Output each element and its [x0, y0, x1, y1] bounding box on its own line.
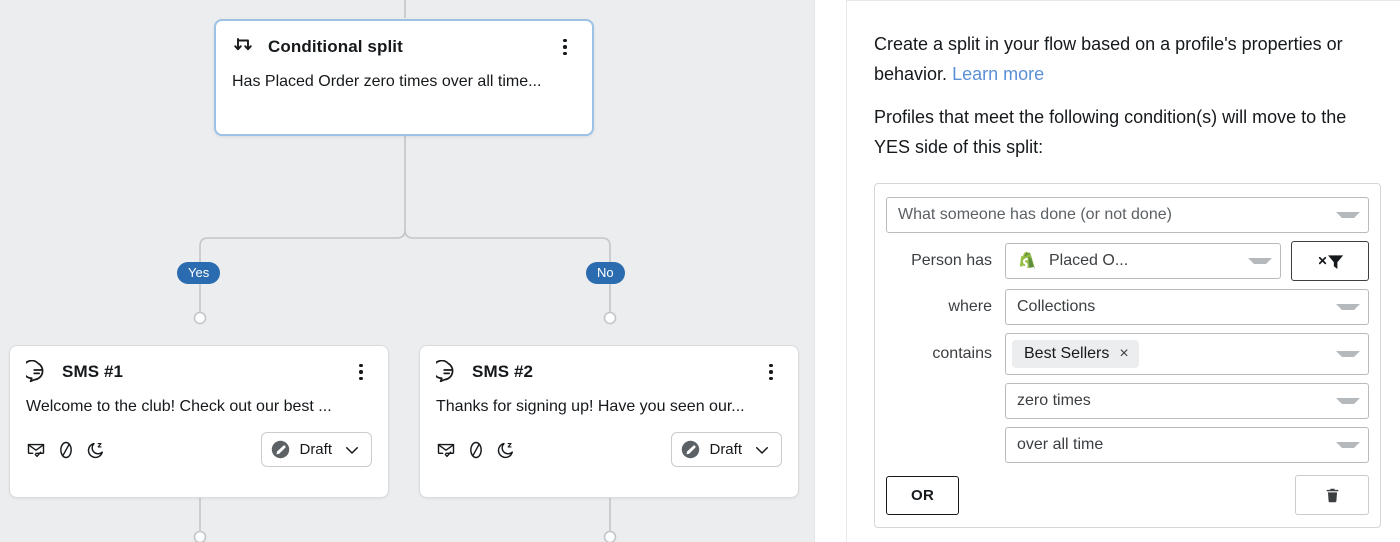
card-header: SMS #1: [10, 346, 388, 384]
condition-row-contains: contains Best Sellers ×: [886, 333, 1369, 375]
smart-sending-icon[interactable]: [436, 440, 456, 460]
quiet-hours-icon[interactable]: [496, 440, 516, 460]
selected-value-chip: Best Sellers ×: [1012, 340, 1139, 368]
branch-label-no[interactable]: No: [586, 262, 625, 284]
condition-group: What someone has done (or not done) Pers…: [874, 183, 1381, 528]
flow-canvas[interactable]: Conditional split Has Placed Order zero …: [0, 0, 814, 542]
contains-multiselect[interactable]: Best Sellers ×: [1005, 333, 1369, 375]
metric-select[interactable]: Placed O...: [1005, 243, 1281, 279]
draft-pencil-icon: [271, 440, 290, 459]
flow-card-sms-1[interactable]: SMS #1 Welcome to the club! Check out ou…: [9, 345, 389, 498]
chevron-down-icon: [343, 441, 361, 459]
card-title: SMS #1: [62, 362, 124, 381]
chevron-down-icon: [1336, 351, 1360, 357]
where-select[interactable]: Collections: [1005, 289, 1369, 325]
condition-actions: OR: [886, 475, 1369, 515]
flow-builder-screen: Conditional split Has Placed Order zero …: [0, 0, 1400, 542]
card-title: SMS #2: [472, 362, 534, 381]
trigger-type-select[interactable]: What someone has done (or not done): [886, 197, 1369, 233]
condition-row-timeframe: over all time: [886, 427, 1369, 463]
draft-pencil-icon: [681, 440, 700, 459]
sms-bubble-icon: [432, 359, 460, 384]
trigger-type-value: What someone has done (or not done): [898, 206, 1172, 223]
timeframe-value: over all time: [1017, 436, 1104, 453]
shopify-icon: [1017, 251, 1038, 272]
learn-more-link[interactable]: Learn more: [952, 64, 1044, 84]
status-label: Draft: [299, 441, 332, 458]
card-message-preview: Welcome to the club! Check out our best …: [26, 398, 332, 415]
condition-row-frequency: zero times: [886, 383, 1369, 419]
chevron-down-icon: [1336, 304, 1360, 310]
chevron-down-icon: [1248, 258, 1272, 264]
branch-label-yes[interactable]: Yes: [177, 262, 221, 284]
kebab-menu-icon[interactable]: [350, 361, 372, 383]
status-dropdown-sms-2[interactable]: Draft: [671, 432, 782, 467]
split-arrows-icon: [232, 35, 256, 59]
trash-icon: [1326, 488, 1338, 502]
card-footer: Draft: [10, 418, 388, 481]
condition-row-label: Person has: [911, 252, 992, 269]
card-footer-icons: [26, 440, 106, 460]
branch-label-yes-text: Yes: [188, 265, 210, 280]
status-dropdown-sms-1[interactable]: Draft: [261, 432, 372, 467]
condition-row-person-has: Person has Placed O...: [886, 241, 1369, 281]
or-button[interactable]: OR: [886, 475, 960, 515]
chevron-down-icon: [753, 441, 771, 459]
quiet-hours-icon[interactable]: [86, 440, 106, 460]
card-message-preview: Thanks for signing up! Have you seen our…: [436, 398, 745, 415]
clear-filter-icon[interactable]: [1291, 241, 1369, 281]
kebab-menu-icon[interactable]: [760, 361, 782, 383]
condition-row-label: contains: [932, 345, 992, 362]
timeframe-select[interactable]: over all time: [1005, 427, 1369, 463]
chip-label: Best Sellers: [1024, 345, 1110, 362]
kebab-menu-icon[interactable]: [554, 36, 576, 58]
utm-tracking-icon[interactable]: [466, 440, 486, 460]
utm-tracking-icon[interactable]: [56, 440, 76, 460]
smart-sending-icon[interactable]: [26, 440, 46, 460]
chevron-down-icon: [1336, 442, 1360, 448]
card-summary: Has Placed Order zero times over all tim…: [232, 73, 542, 90]
frequency-select[interactable]: zero times: [1005, 383, 1369, 419]
condition-row-label: where: [948, 298, 992, 315]
flow-card-conditional-split[interactable]: Conditional split Has Placed Order zero …: [214, 19, 594, 136]
condition-row-where: where Collections: [886, 289, 1369, 325]
card-footer: Draft: [420, 418, 798, 481]
frequency-value: zero times: [1017, 392, 1091, 409]
where-value: Collections: [1017, 298, 1096, 315]
branch-label-no-text: No: [597, 265, 614, 280]
flow-card-sms-2[interactable]: SMS #2 Thanks for signing up! Have you s…: [419, 345, 799, 498]
chevron-down-icon: [1336, 398, 1360, 404]
metric-value: Placed O...: [1049, 252, 1129, 269]
card-header: Conditional split: [216, 21, 592, 59]
card-header: SMS #2: [420, 346, 798, 384]
status-label: Draft: [709, 441, 742, 458]
card-title: Conditional split: [268, 37, 403, 56]
split-settings-panel: Create a split in your flow based on a p…: [814, 0, 1400, 542]
chevron-down-icon: [1336, 212, 1360, 218]
split-settings-content: Create a split in your flow based on a p…: [846, 0, 1400, 542]
panel-description: Create a split in your flow based on a p…: [874, 29, 1381, 89]
panel-instruction: Profiles that meet the following conditi…: [874, 107, 1347, 157]
card-footer-icons: [436, 440, 516, 460]
sms-bubble-icon: [22, 359, 50, 384]
delete-condition-button[interactable]: [1295, 475, 1369, 515]
panel-description-text: Create a split in your flow based on a p…: [874, 34, 1343, 84]
close-icon[interactable]: ×: [1119, 346, 1128, 362]
